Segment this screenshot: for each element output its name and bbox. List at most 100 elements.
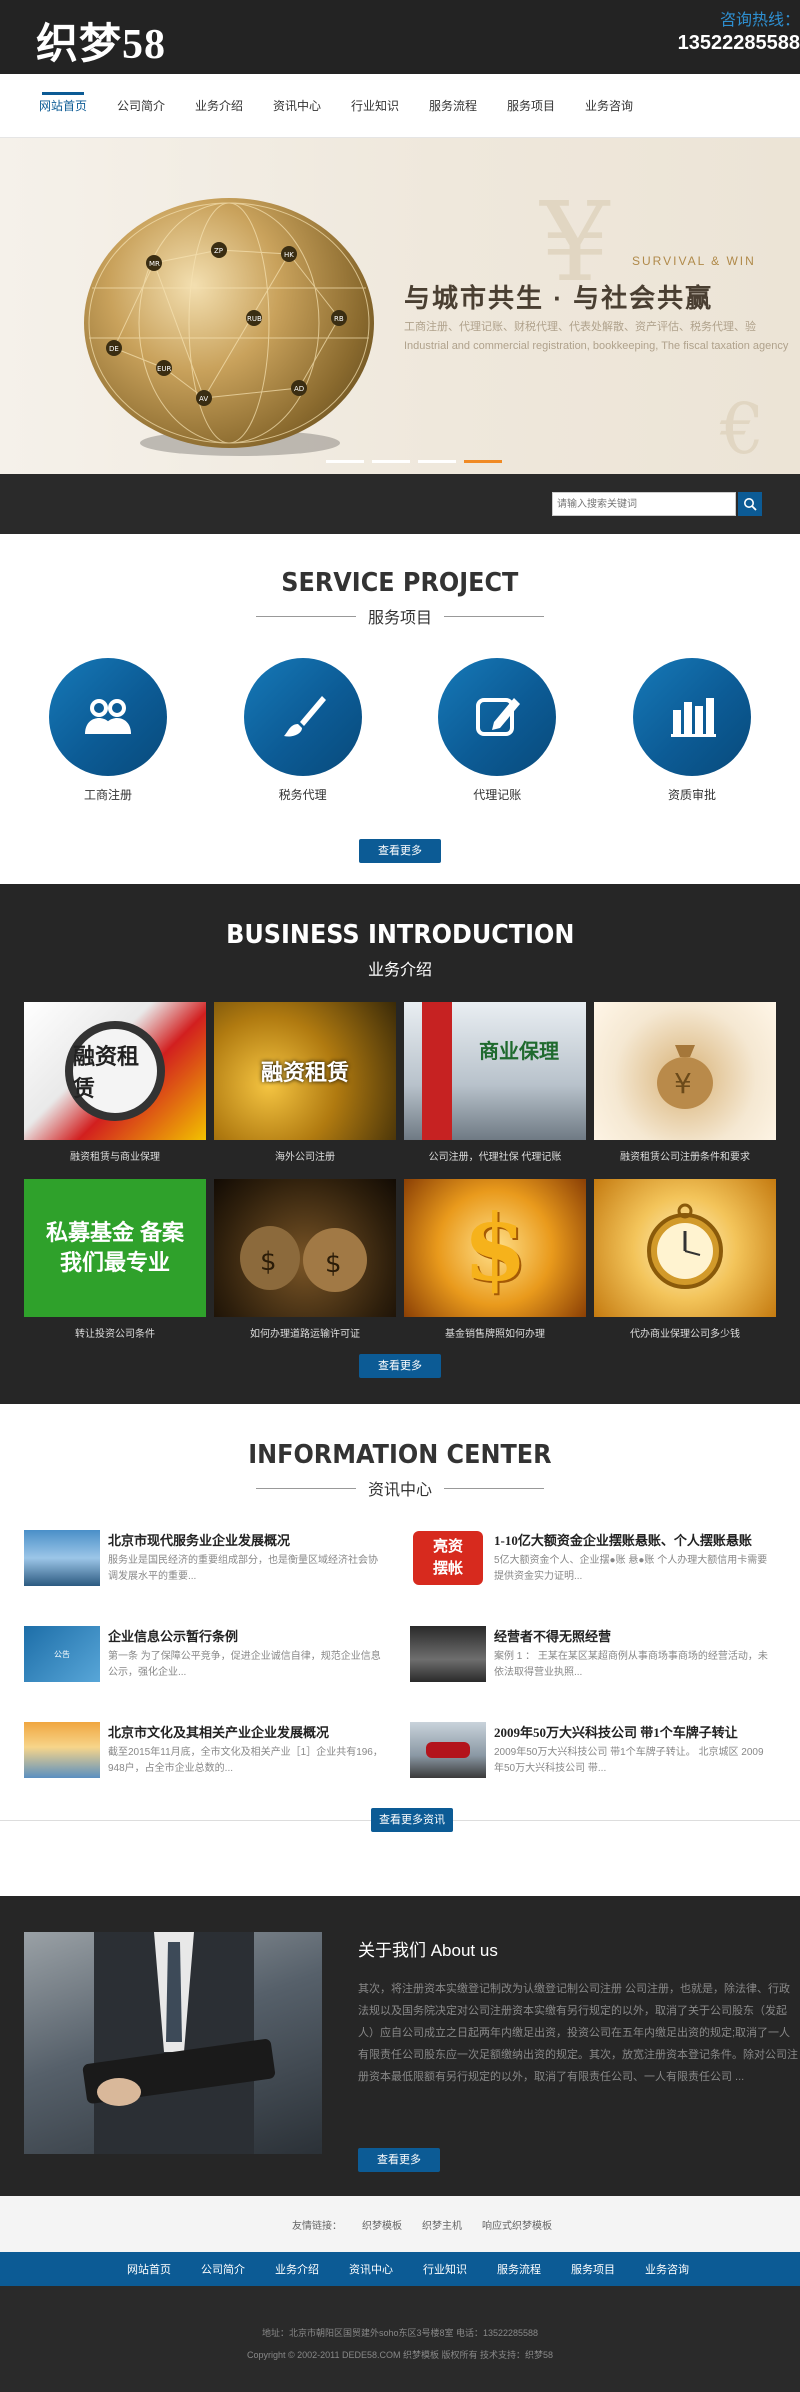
- news-desc: 2009年50万大兴科技公司 带1个车牌子转让。 北京城区 2009年50万大兴…: [494, 1747, 764, 1774]
- news-title[interactable]: 北京市现代服务业企业发展概况: [108, 1530, 384, 1549]
- info-title-en: INFORMATION CENTER: [248, 1440, 552, 1470]
- search-bar: [0, 474, 800, 534]
- footer-nav-item[interactable]: 服务项目: [556, 2261, 630, 2277]
- nav-item-process[interactable]: 服务流程: [414, 74, 492, 137]
- footer-nav-item[interactable]: 业务介绍: [260, 2261, 334, 2277]
- business-image[interactable]: $: [404, 1179, 586, 1317]
- business-image[interactable]: ¥: [594, 1002, 776, 1140]
- footer-nav-item[interactable]: 资讯中心: [334, 2261, 408, 2277]
- news-title[interactable]: 北京市文化及其相关产业企业发展概况: [108, 1722, 384, 1741]
- news-item[interactable]: 公告 企业信息公示暂行条例 第一条 为了保障公平竞争，促进企业诚信自律，规范企业…: [24, 1626, 384, 1682]
- business-section: BUSINESS INTRODUCTION 业务介绍 融资租赁 融资租赁与商业保…: [0, 884, 800, 1404]
- news-thumbnail[interactable]: [410, 1626, 486, 1682]
- business-card[interactable]: 融资租赁 融资租赁与商业保理: [24, 1002, 206, 1163]
- slider-dot-4[interactable]: [464, 460, 502, 463]
- footer-nav-item[interactable]: 服务流程: [482, 2261, 556, 2277]
- business-image-text: 融资租赁: [73, 1044, 140, 1101]
- news-title[interactable]: 企业信息公示暂行条例: [108, 1626, 384, 1645]
- business-caption[interactable]: 基金销售牌照如何办理: [404, 1325, 586, 1340]
- business-image[interactable]: 私募基金 备案 我们最专业: [24, 1179, 206, 1317]
- people-icon: [85, 699, 131, 734]
- nav-item-services[interactable]: 服务项目: [492, 74, 570, 137]
- footer-nav-item[interactable]: 公司简介: [186, 2261, 260, 2277]
- business-caption[interactable]: 如何办理道路运输许可证: [214, 1325, 396, 1340]
- service-circle[interactable]: [438, 658, 557, 776]
- footer-nav-item[interactable]: 行业知识: [408, 2261, 482, 2277]
- about-more-button[interactable]: 查看更多: [358, 2148, 440, 2172]
- business-card[interactable]: $ 基金销售牌照如何办理: [404, 1179, 586, 1340]
- main-nav: 网站首页 公司简介 业务介绍 资讯中心 行业知识 服务流程 服务项目 业务咨询: [0, 74, 800, 138]
- nav-item-about[interactable]: 公司简介: [102, 74, 180, 137]
- business-card[interactable]: 融资租赁 海外公司注册: [214, 1002, 396, 1163]
- service-circle[interactable]: [632, 658, 751, 776]
- news-item[interactable]: 2009年50万大兴科技公司 带1个车牌子转让 2009年50万大兴科技公司 带…: [410, 1722, 770, 1778]
- divider: [444, 615, 544, 617]
- news-item[interactable]: 北京市文化及其相关产业企业发展概况 截至2015年11月底，全市文化及相关产业［…: [24, 1722, 384, 1778]
- business-card[interactable]: 私募基金 备案 我们最专业 转让投资公司条件: [24, 1179, 206, 1340]
- friend-link[interactable]: 织梦模板: [362, 2217, 402, 2232]
- business-image[interactable]: 商业保理: [404, 1002, 586, 1140]
- business-caption[interactable]: 转让投资公司条件: [24, 1325, 206, 1340]
- news-item[interactable]: 亮资 摆帐 1-10亿大额资金企业摆账悬账、个人摆账悬账 5亿大额资金个人、企业摆…: [410, 1530, 770, 1586]
- pocket-watch-icon: [647, 1203, 723, 1289]
- news-title[interactable]: 1-10亿大额资金企业摆账悬账、个人摆账悬账: [494, 1530, 770, 1549]
- business-card[interactable]: 商业保理 公司注册，代理社保 代理记账: [404, 1002, 586, 1163]
- info-more-button[interactable]: 查看更多资讯: [371, 1808, 453, 1832]
- news-title[interactable]: 2009年50万大兴科技公司 带1个车牌子转让: [494, 1722, 770, 1741]
- business-card[interactable]: ¥ 融资租赁公司注册条件和要求: [594, 1002, 776, 1163]
- news-thumbnail[interactable]: [410, 1722, 486, 1778]
- business-card[interactable]: 代办商业保理公司多少钱: [594, 1179, 776, 1340]
- news-item[interactable]: 经营者不得无照经营 案例 1 ： 王某在某区某超商例从事商场事商场的经营活动，未…: [410, 1626, 770, 1682]
- business-more-button[interactable]: 查看更多: [359, 1354, 441, 1378]
- news-item[interactable]: 北京市现代服务业企业发展概况 服务业是国民经济的重要组成部分，也是衡量区域经济社…: [24, 1530, 384, 1586]
- site-logo[interactable]: 织梦58: [36, 10, 166, 71]
- news-title[interactable]: 经营者不得无照经营: [494, 1626, 770, 1645]
- slider-dot-1[interactable]: [326, 460, 364, 463]
- hotline-number: 13522285588: [677, 32, 800, 54]
- nav-item-news[interactable]: 资讯中心: [258, 74, 336, 137]
- money-bag-icon: ¥: [657, 1045, 713, 1109]
- business-image[interactable]: 融资租赁: [214, 1002, 396, 1140]
- nav-item-knowledge[interactable]: 行业知识: [336, 74, 414, 137]
- business-image-text: 私募基金 备案 我们最专业: [45, 1220, 185, 1275]
- business-caption[interactable]: 融资租赁公司注册条件和要求: [594, 1148, 776, 1163]
- search-button[interactable]: [738, 492, 762, 516]
- service-more-button[interactable]: 查看更多: [359, 839, 441, 863]
- slider-dot-2[interactable]: [372, 460, 410, 463]
- business-image[interactable]: 融资租赁: [24, 1002, 206, 1140]
- nav-item-home[interactable]: 网站首页: [24, 74, 102, 137]
- service-item[interactable]: 资质审批: [630, 658, 754, 803]
- business-caption[interactable]: 海外公司注册: [214, 1148, 396, 1163]
- service-item[interactable]: 税务代理: [241, 658, 365, 803]
- service-title-en: SERVICE PROJECT: [281, 568, 519, 598]
- slider-dot-3[interactable]: [418, 460, 456, 463]
- footer-nav-item[interactable]: 业务咨询: [630, 2261, 704, 2277]
- stamp-badge: 亮资 摆帐: [413, 1531, 483, 1585]
- news-thumbnail[interactable]: [24, 1722, 100, 1778]
- business-title: BUSINESS INTRODUCTION 业务介绍: [0, 920, 800, 980]
- friend-link[interactable]: 织梦主机: [422, 2217, 462, 2232]
- news-desc: 服务业是国民经济的重要组成部分，也是衡量区域经济社会协调发展水平的重要...: [108, 1555, 378, 1582]
- search-input[interactable]: [552, 492, 736, 516]
- footer-nav-item[interactable]: 网站首页: [112, 2261, 186, 2277]
- news-thumbnail[interactable]: 亮资 摆帐: [410, 1530, 486, 1586]
- news-desc: 第一条 为了保障公平竞争，促进企业诚信自律，规范企业信息公示，强化企业...: [108, 1651, 381, 1678]
- service-circle[interactable]: [49, 658, 167, 776]
- friend-link[interactable]: 响应式织梦模板: [482, 2217, 552, 2232]
- business-image[interactable]: [594, 1179, 776, 1317]
- business-image[interactable]: $ $: [214, 1179, 396, 1317]
- banner-subtitle-en: Industrial and commercial registration, …: [404, 340, 789, 352]
- service-item[interactable]: 代理记账: [435, 658, 559, 803]
- news-thumbnail[interactable]: 公告: [24, 1626, 100, 1682]
- service-circle[interactable]: [243, 658, 362, 776]
- business-card[interactable]: $ $ 如何办理道路运输许可证: [214, 1179, 396, 1340]
- business-caption[interactable]: 代办商业保理公司多少钱: [594, 1325, 776, 1340]
- service-label: 工商注册: [83, 788, 132, 802]
- nav-item-business[interactable]: 业务介绍: [180, 74, 258, 137]
- business-caption[interactable]: 公司注册，代理社保 代理记账: [404, 1148, 586, 1163]
- news-thumbnail[interactable]: [24, 1530, 100, 1586]
- service-item[interactable]: 工商注册: [46, 658, 170, 803]
- nav-item-consult[interactable]: 业务咨询: [570, 74, 648, 137]
- business-caption[interactable]: 融资租赁与商业保理: [24, 1148, 206, 1163]
- globe-label: RUB: [247, 315, 262, 323]
